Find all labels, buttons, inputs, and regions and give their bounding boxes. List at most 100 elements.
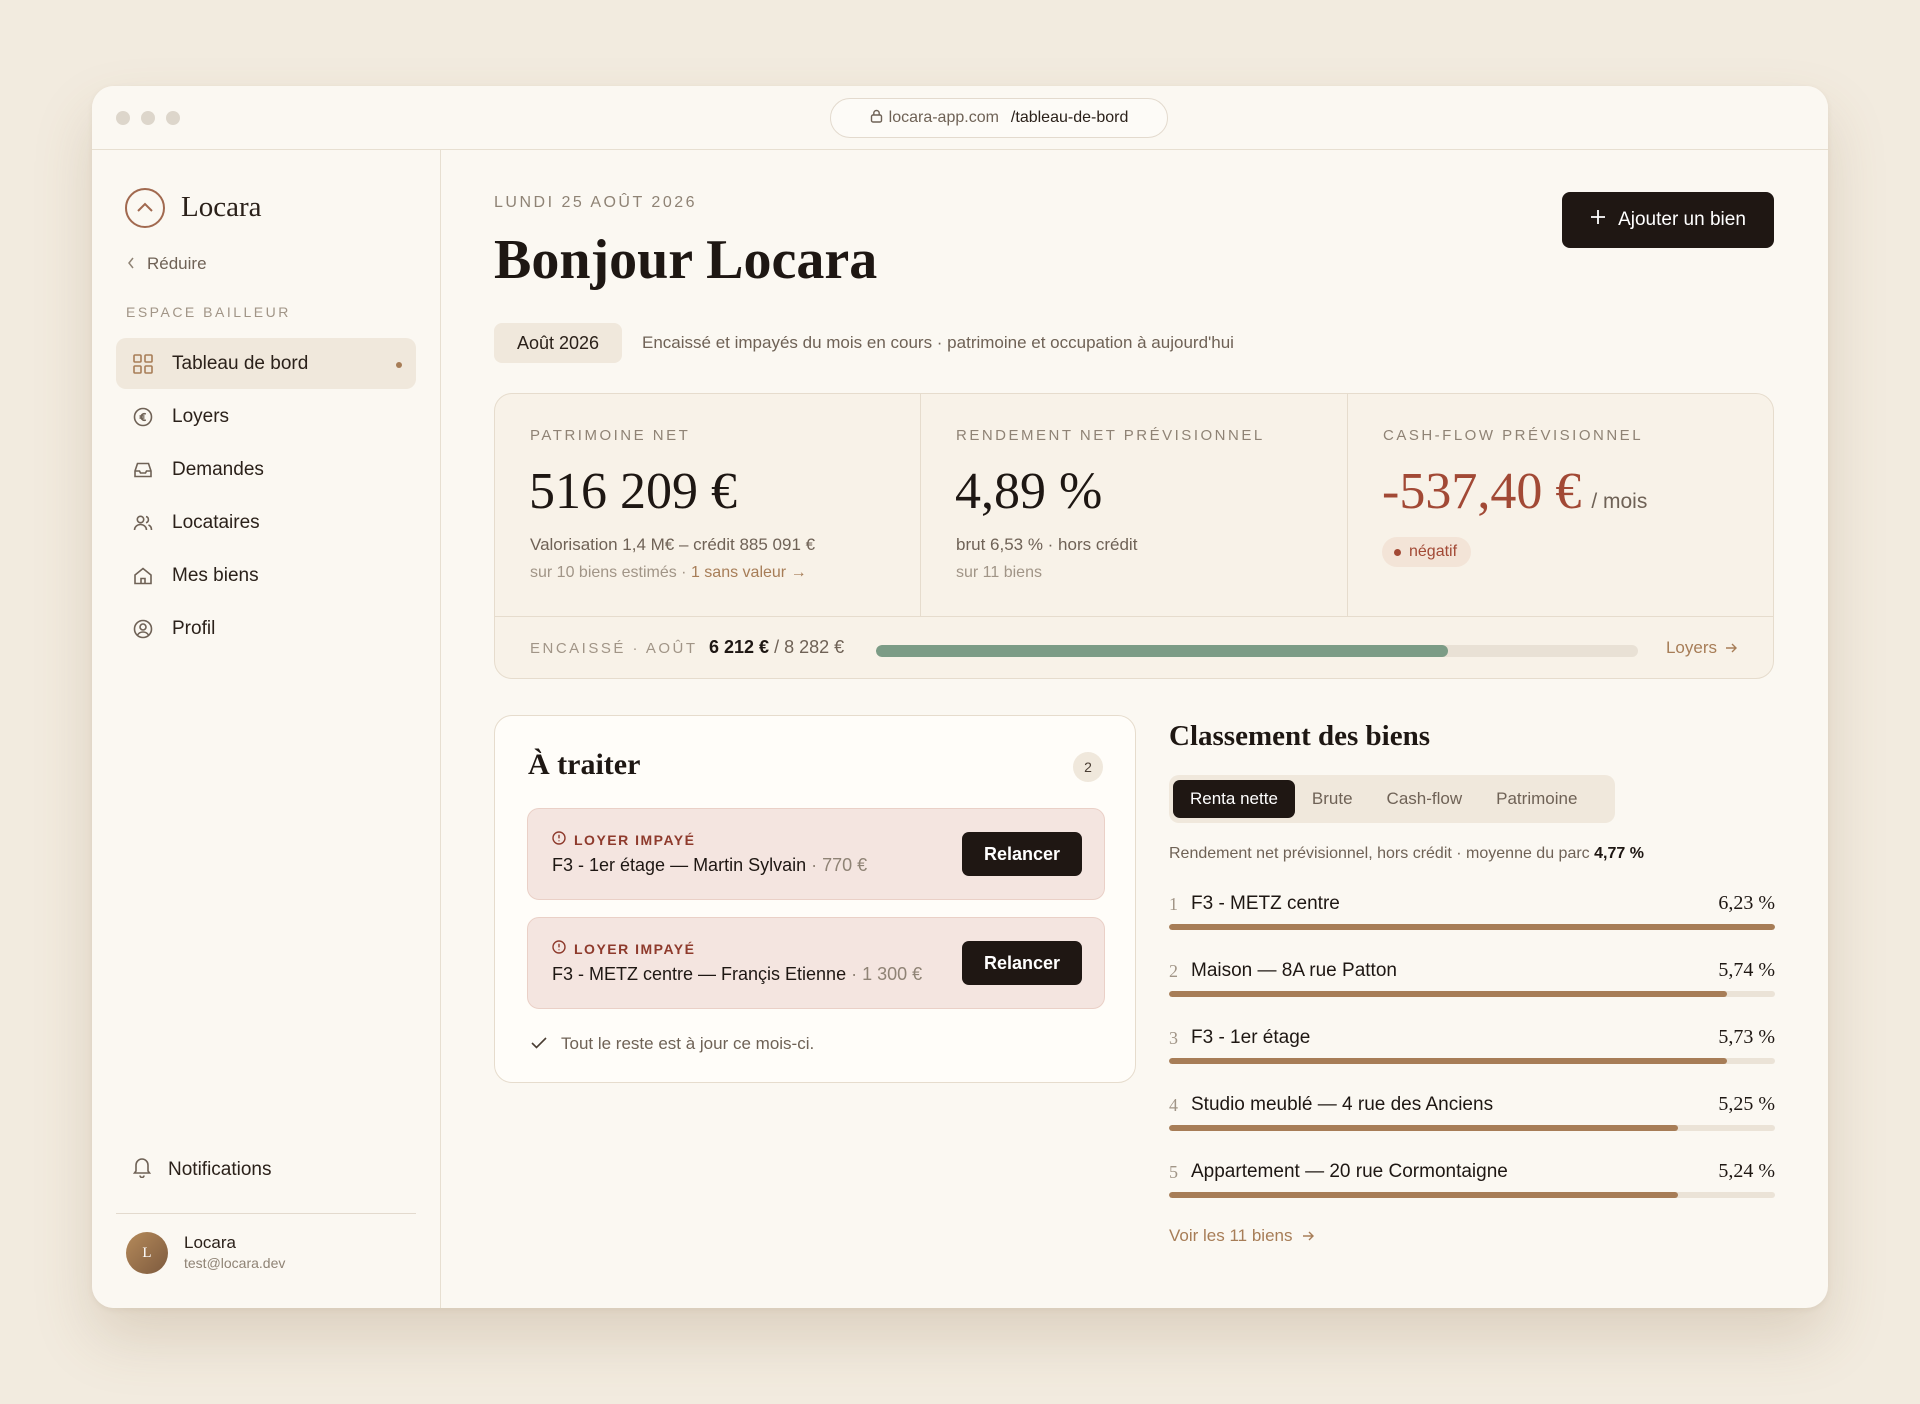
property-name: Studio meublé — 4 rue des Anciens — [1191, 1094, 1494, 1115]
property-yield: 6,23 % — [1718, 892, 1775, 914]
tab-brute[interactable]: Brute — [1295, 780, 1370, 818]
notifications-button[interactable]: Notifications — [132, 1156, 272, 1184]
sidebar-item-label: Demandes — [172, 458, 264, 480]
inbox-icon — [132, 459, 154, 481]
list-item[interactable]: 1 F3 - METZ centre 6,23 % — [1169, 890, 1775, 957]
collected-progress-bar — [876, 645, 1638, 657]
stats-panel: PATRIMOINE NET 516 209 € Valorisation 1,… — [494, 393, 1774, 679]
alert-amount: · 770 € — [806, 855, 868, 875]
all-clear-label: Tout le reste est à jour ce mois-ci. — [561, 1034, 815, 1053]
stat-detail: brut 6,53 % · hors crédit — [956, 535, 1138, 554]
page-title: Bonjour Locara — [494, 229, 878, 291]
add-property-label: Ajouter un bien — [1618, 209, 1746, 230]
yield-bar-fill — [1169, 1058, 1727, 1064]
stat-rendement: RENDEMENT NET PRÉVISIONNEL 4,89 % brut 6… — [921, 394, 1348, 616]
sidebar-item-profil[interactable]: Profil — [116, 603, 416, 654]
browser-titlebar: locara-app.com /tableau-de-bord — [92, 86, 1828, 150]
divider — [116, 1213, 416, 1214]
yield-bar — [1169, 991, 1775, 997]
property-yield: 5,24 % — [1718, 1160, 1775, 1182]
list-item[interactable]: 4 Studio meublé — 4 rue des Anciens 5,25… — [1169, 1091, 1775, 1158]
sidebar-item-dashboard[interactable]: Tableau de bord — [116, 338, 416, 389]
ranking-list: 1 F3 - METZ centre 6,23 % 2 Maison — 8A … — [1169, 890, 1775, 1225]
yield-bar — [1169, 1125, 1775, 1131]
plus-icon — [1590, 209, 1606, 231]
euro-circle-icon — [132, 406, 154, 428]
sidebar-item-label: Tableau de bord — [172, 352, 309, 374]
alert-circle-icon — [552, 831, 566, 848]
rank-number: 1 — [1169, 894, 1178, 914]
chevron-left-icon — [127, 254, 135, 274]
section-label: ESPACE BAILLEUR — [126, 304, 291, 320]
arrow-right-icon — [1725, 638, 1737, 658]
month-selector[interactable]: Août 2026 — [494, 323, 622, 363]
view-all-properties-link[interactable]: Voir les 11 biens — [1169, 1226, 1315, 1246]
notifications-label: Notifications — [168, 1159, 272, 1180]
todo-count-badge: 2 — [1073, 752, 1103, 782]
window-maximize-dot[interactable] — [166, 111, 180, 125]
status-dot-icon — [1394, 548, 1401, 556]
remind-button[interactable]: Relancer — [962, 941, 1082, 985]
expected-amount: / 8 282 € — [774, 637, 845, 657]
collected-label: ENCAISSÉ · AOÛT — [530, 640, 698, 657]
collected-row: ENCAISSÉ · AOÛT 6 212 € / 8 282 € Loyers — [495, 616, 1773, 678]
rank-number: 5 — [1169, 1162, 1178, 1182]
stat-label: RENDEMENT NET PRÉVISIONNEL — [956, 427, 1265, 444]
list-item[interactable]: 2 Maison — 8A rue Patton 5,74 % — [1169, 957, 1775, 1024]
bell-icon — [132, 1156, 152, 1184]
alert-description: F3 - 1er étage — Martin Sylvain — [552, 855, 807, 875]
loyers-link-label: Loyers — [1665, 638, 1717, 657]
stat-value: 4,89 % — [955, 463, 1103, 520]
yield-bar-fill — [1169, 1125, 1679, 1131]
collapse-label: Réduire — [147, 254, 207, 273]
alert-type-label: LOYER IMPAYÉ — [574, 831, 696, 848]
sidebar-item-demandes[interactable]: Demandes — [116, 444, 416, 495]
arrow-right-icon — [1302, 1226, 1315, 1246]
window-close-dot[interactable] — [116, 111, 130, 125]
no-value-link[interactable]: 1 sans valeur → — [691, 564, 807, 581]
check-icon — [531, 1034, 547, 1054]
ranking-tabs: Renta nette Brute Cash-flow Patrimoine — [1169, 775, 1615, 823]
property-name: Appartement — 20 rue Cormontaigne — [1191, 1161, 1508, 1182]
property-yield: 5,74 % — [1718, 959, 1775, 981]
sidebar: Locara Réduire ESPACE BAILLEUR Tableau d… — [92, 150, 441, 1308]
grid-icon — [132, 353, 154, 375]
window-minimize-dot[interactable] — [141, 111, 155, 125]
yield-bar-fill — [1169, 1192, 1679, 1198]
sidebar-item-locataires[interactable]: Locataires — [116, 497, 416, 548]
property-name: F3 - 1er étage — [1191, 1027, 1311, 1048]
list-item[interactable]: 5 Appartement — 20 rue Cormontaigne 5,24… — [1169, 1158, 1775, 1225]
lock-icon — [870, 109, 883, 128]
loyers-link[interactable]: Loyers — [1666, 638, 1737, 658]
add-property-button[interactable]: Ajouter un bien — [1562, 192, 1774, 248]
collapse-button[interactable]: Réduire — [127, 254, 207, 274]
remind-button[interactable]: Relancer — [962, 832, 1082, 876]
alert-text: F3 - 1er étage — Martin Sylvain · 770 € — [552, 855, 867, 876]
logo-icon — [125, 188, 165, 228]
ranking-average: 4,77 % — [1594, 845, 1644, 862]
avatar[interactable]: L — [126, 1232, 168, 1274]
list-item[interactable]: 3 F3 - 1er étage 5,73 % — [1169, 1024, 1775, 1091]
stat-unit: / mois — [1591, 490, 1648, 513]
stat-value: 516 209 € — [529, 463, 737, 520]
alert-text: F3 - METZ centre — Françis Etienne · 1 3… — [552, 964, 922, 985]
ranking-title: Classement des biens — [1169, 720, 1431, 752]
view-all-label: Voir les 11 biens — [1169, 1226, 1293, 1245]
collected-amount: 6 212 € — [709, 637, 770, 657]
user-email: test@locara.dev — [184, 1255, 286, 1271]
url-path: /tableau-de-bord — [1010, 109, 1129, 126]
sidebar-item-loyers[interactable]: Loyers — [116, 391, 416, 442]
sidebar-nav: Tableau de bord Loyers Demandes Locatair… — [116, 338, 416, 656]
rank-number: 3 — [1169, 1028, 1178, 1048]
alert-circle-icon — [552, 940, 566, 957]
sidebar-item-label: Profil — [172, 617, 216, 639]
current-date: LUNDI 25 AOÛT 2026 — [494, 194, 698, 211]
unpaid-alert: LOYER IMPAYÉ F3 - METZ centre — Françis … — [527, 917, 1105, 1009]
tab-renta-nette[interactable]: Renta nette — [1173, 780, 1295, 818]
url-bar[interactable]: locara-app.com /tableau-de-bord — [830, 98, 1168, 138]
todo-card: À traiter 2 LOYER IMPAYÉ F3 - 1er étage … — [494, 715, 1136, 1083]
tab-cash-flow[interactable]: Cash-flow — [1370, 780, 1480, 818]
sidebar-item-label: Mes biens — [172, 564, 259, 586]
sidebar-item-mes-biens[interactable]: Mes biens — [116, 550, 416, 601]
tab-patrimoine[interactable]: Patrimoine — [1479, 780, 1594, 818]
